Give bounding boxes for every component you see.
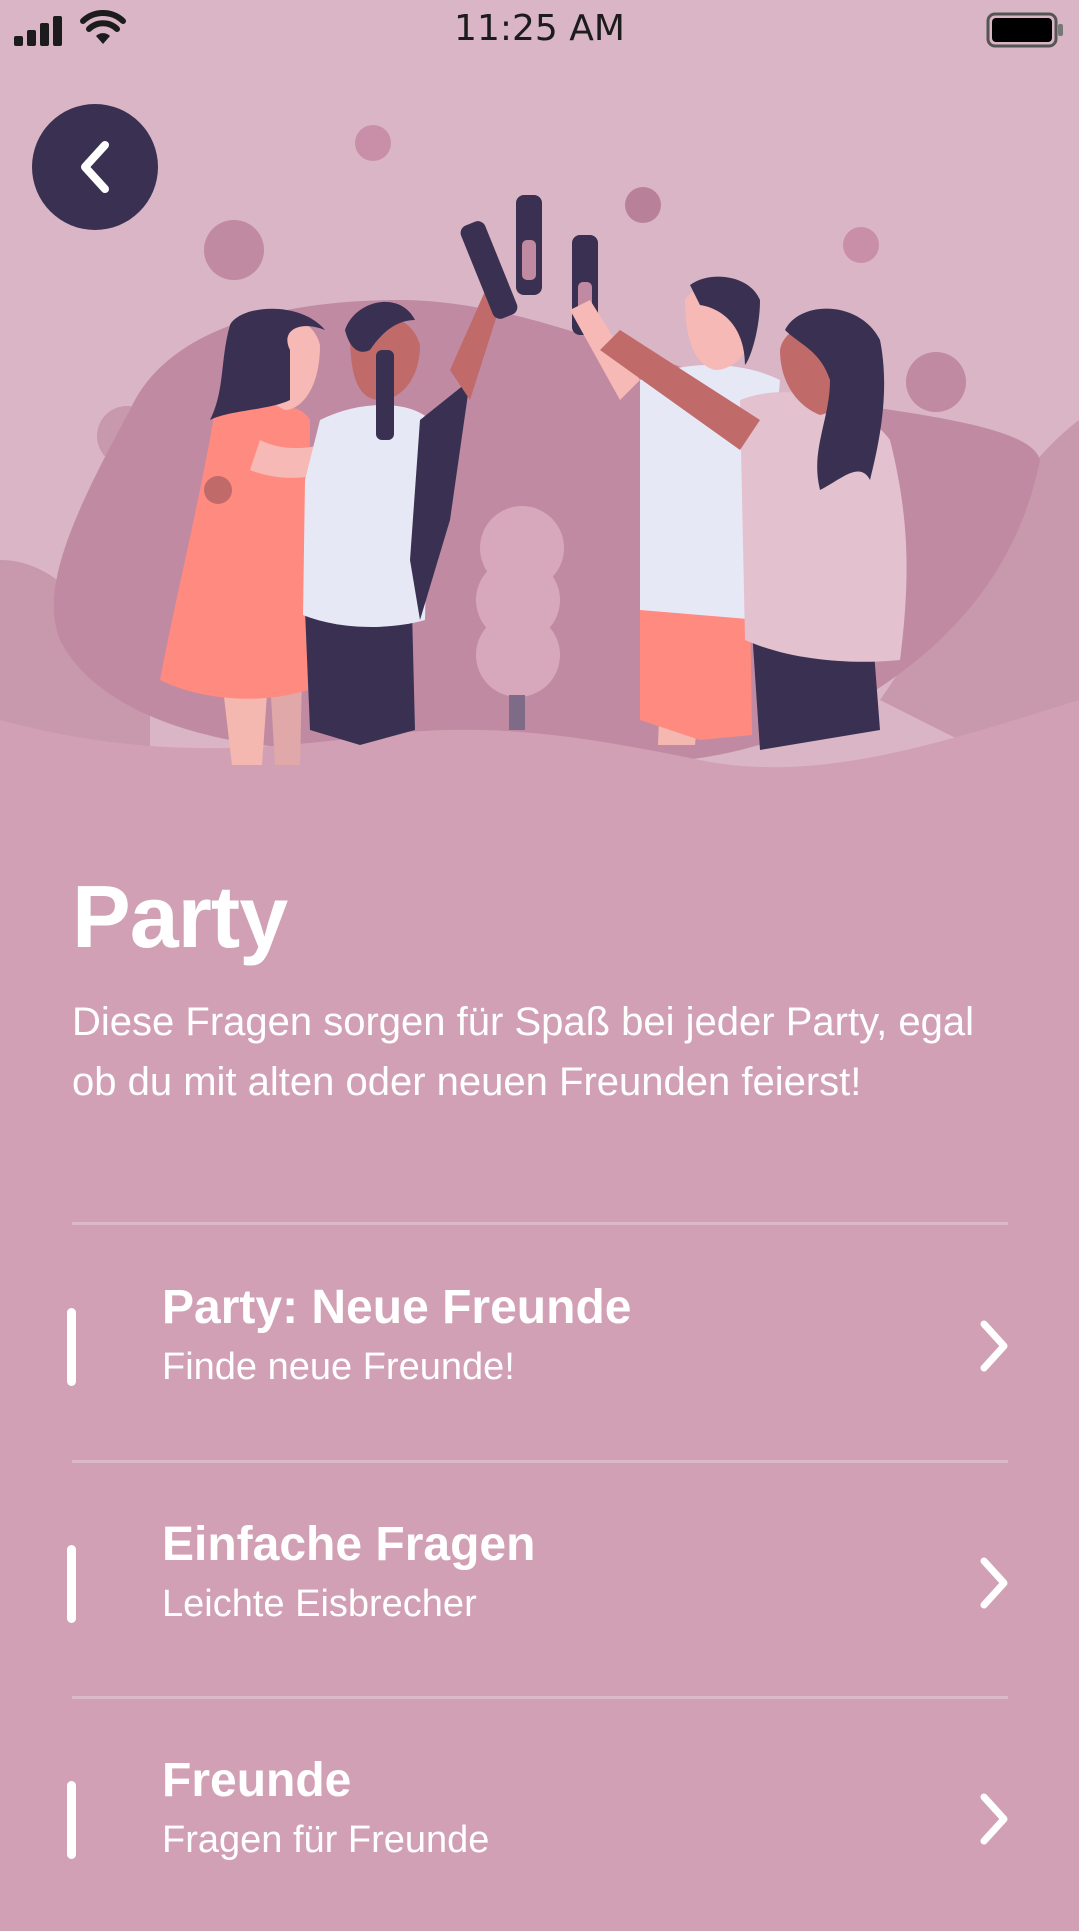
chevron-right-icon: [980, 1557, 1008, 1609]
row-title: Party: Neue Freunde: [162, 1281, 632, 1334]
decor-circle: [355, 125, 391, 161]
decor-circle: [625, 187, 661, 223]
row-subtitle: Leichte Eisbrecher: [162, 1583, 477, 1625]
row-accent-bar: [67, 1308, 76, 1386]
chevron-right-icon: [980, 1320, 1008, 1372]
category-row-freunde[interactable]: Freunde Fragen für Freunde: [0, 1699, 1079, 1931]
category-row-einfache-fragen[interactable]: Einfache Fragen Leichte Eisbrecher: [0, 1463, 1079, 1695]
main-content: Party Diese Fragen sorgen für Spaß bei j…: [72, 866, 1012, 1112]
chevron-left-icon: [81, 141, 109, 193]
battery-icon: [986, 12, 1063, 48]
row-accent-bar: [67, 1545, 76, 1623]
row-subtitle: Finde neue Freunde!: [162, 1346, 515, 1388]
chevron-right-icon: [980, 1793, 1008, 1845]
decor-circle: [204, 220, 264, 280]
decor-circle: [906, 352, 966, 412]
status-time: 11:25 AM: [454, 8, 625, 49]
row-title: Freunde: [162, 1754, 352, 1807]
row-title: Einfache Fragen: [162, 1518, 536, 1571]
category-row-party-neue-freunde[interactable]: Party: Neue Freunde Finde neue Freunde!: [0, 1226, 1079, 1458]
row-subtitle: Fragen für Freunde: [162, 1819, 490, 1861]
party-illustration: [0, 0, 1079, 800]
back-button[interactable]: [32, 104, 158, 230]
row-accent-bar: [67, 1781, 76, 1859]
decor-circle: [843, 227, 879, 263]
page-title: Party: [72, 867, 288, 966]
status-bar: 11:25 AM: [0, 0, 1079, 64]
divider: [72, 1222, 1008, 1225]
page-description: Diese Fragen sorgen für Spaß bei jeder P…: [72, 1000, 974, 1104]
